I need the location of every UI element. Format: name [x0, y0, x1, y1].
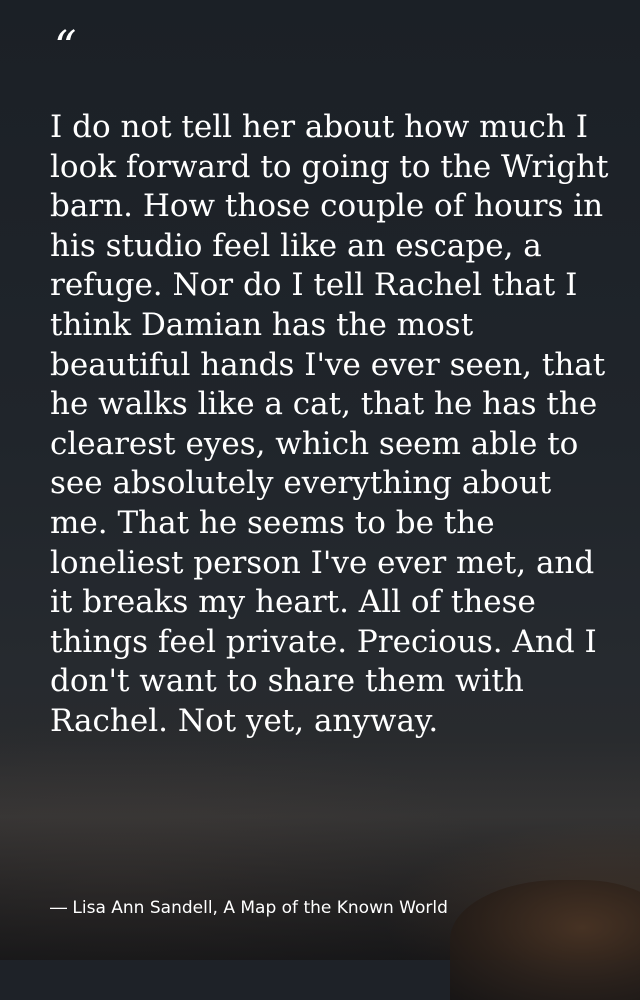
quote-text: I do not tell her about how much I look …	[50, 109, 609, 739]
quote-attribution: ― Lisa Ann Sandell, A Map of the Known W…	[50, 898, 448, 918]
quote-mark-icon: “	[54, 22, 76, 73]
